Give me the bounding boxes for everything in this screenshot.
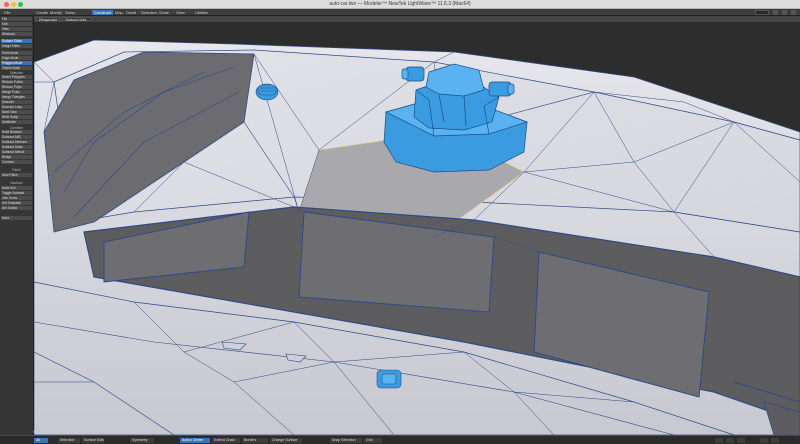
status-toggle-icon[interactable] [760,438,768,443]
bottom-toolbar: All Selection Surface Editor Object Draw… [0,435,800,444]
status-all-button[interactable]: All [34,438,48,443]
sidebar-button-polygon-mode[interactable]: Polygon Mode [1,61,32,65]
status-change-surface-button[interactable]: Change Surface [270,438,302,443]
sidebar-button[interactable]: Solid Drill [1,186,32,190]
status-hint: Surface Editor Object Draw [82,438,104,443]
sidebar-button[interactable]: Merge Triangles [1,95,32,99]
sidebar-button[interactable]: Subtract Union [1,145,32,149]
sidebar-heading-patch: Patch [12,168,21,172]
sidebar-button[interactable]: Connect [1,160,32,164]
status-selection-button[interactable]: Selection [58,438,80,443]
sidebar-button[interactable]: Reduce Points [1,80,32,84]
sidebar-button[interactable]: Toggle Subtract [1,191,32,195]
sidebar-button[interactable]: Del Subdiv [1,206,32,210]
sidebar-button-view[interactable]: View [1,27,32,31]
tab-detail[interactable]: Detail [124,10,138,15]
selection-label: Sel [33,430,39,434]
tab-modify[interactable]: Modify [48,10,64,15]
sidebar-button-edge-mode[interactable]: Edge Mode [1,56,32,60]
sidebar-button-more[interactable]: More [1,216,32,220]
sidebar-button[interactable]: Solid Boolean [1,130,32,134]
antenna-pod [255,83,279,101]
tab-file[interactable]: File [2,10,12,15]
sidebar-button-object-mode[interactable]: Object Mode [1,66,32,70]
status-symmetry-button[interactable]: Symmetry [130,438,154,443]
tool-sidebar: File Edit View Windows Surface Editor Im… [0,16,34,435]
status-borders-button[interactable]: Borders [242,438,268,443]
sidebar-button[interactable]: Subtract ABC [1,135,32,139]
status-toggle-icon[interactable] [715,438,723,443]
layer-toggle-icon[interactable] [773,10,778,15]
tab-utilities[interactable]: Utilities [193,10,210,15]
status-snap-selection-button[interactable]: Snap Selection [330,438,362,443]
sidebar-button-surface-editor[interactable]: Surface Editor [1,39,32,43]
sidebar-button[interactable]: Subtract Stencil [1,150,32,154]
window-title: auto-car.lwo — Modeler™ NewTek LightWave… [329,1,471,7]
sidebar-button-edit[interactable]: Edit [1,22,32,26]
tab-construct[interactable]: Construct [92,10,114,15]
door-handle-pod [376,369,402,389]
sidebar-button-image-editor[interactable]: Image Editor [1,44,32,48]
tab-view[interactable]: View [174,10,187,15]
status-action-center-button[interactable]: Action Center [180,438,210,443]
selection-count: 3 [62,430,64,434]
sidebar-button[interactable]: Set Subpatch [1,201,32,205]
sidebar-button[interactable]: Bridge [1,155,32,159]
tab-scale[interactable]: Scale [157,10,171,15]
view-type-dropdown[interactable]: Perspective [36,17,60,22]
perspective-viewport[interactable] [34,22,800,435]
menu-tab-bar: File Create Modify Setup Construct Map D… [0,9,800,16]
sidebar-heading-boolean: Boolean [10,181,23,185]
tab-map[interactable]: Map [113,10,125,15]
sidebar-button[interactable]: Subtract Intersect [1,140,32,144]
tab-setup[interactable]: Setup [63,10,77,15]
sidebar-button[interactable]: Dissolve Loop [1,105,32,109]
sidebar-button-file[interactable]: File [1,17,32,21]
status-toggle-icon[interactable] [771,438,779,443]
layer-toggle-icon[interactable] [782,10,787,15]
sidebar-button-windows[interactable]: Windows [1,32,32,36]
status-extend-chain-button[interactable]: Extend Chain [212,438,240,443]
sidebar-button[interactable]: Weld Scalp [1,115,32,119]
sidebar-button[interactable]: Auto Patch [1,173,32,177]
sidebar-button[interactable]: Join Cross [1,196,32,200]
sidebar-button[interactable]: Subdivide [1,120,32,124]
sidebar-button[interactable]: Dissolve [1,100,32,104]
sidebar-button[interactable]: Merge Polys [1,90,32,94]
layer-field[interactable] [755,10,769,15]
sidebar-button[interactable]: Band Saw [1,110,32,114]
status-toggle-icon[interactable] [726,438,734,443]
shading-mode-dropdown[interactable]: Textured Wire [62,17,92,22]
layer-toggle-icon[interactable] [791,10,796,15]
car-mesh-wireframe [34,39,800,435]
sidebar-button[interactable]: Select Polygons [1,75,32,79]
status-toggle-icon[interactable] [737,438,745,443]
status-grid-button[interactable]: Grid [364,438,382,443]
menubar-right-controls [755,10,796,15]
sidebar-button[interactable]: Reduce Polys [1,85,32,89]
window-titlebar: auto-car.lwo — Modeler™ NewTek LightWave… [0,0,800,9]
sidebar-button-point-mode[interactable]: Point Mode [1,51,32,55]
